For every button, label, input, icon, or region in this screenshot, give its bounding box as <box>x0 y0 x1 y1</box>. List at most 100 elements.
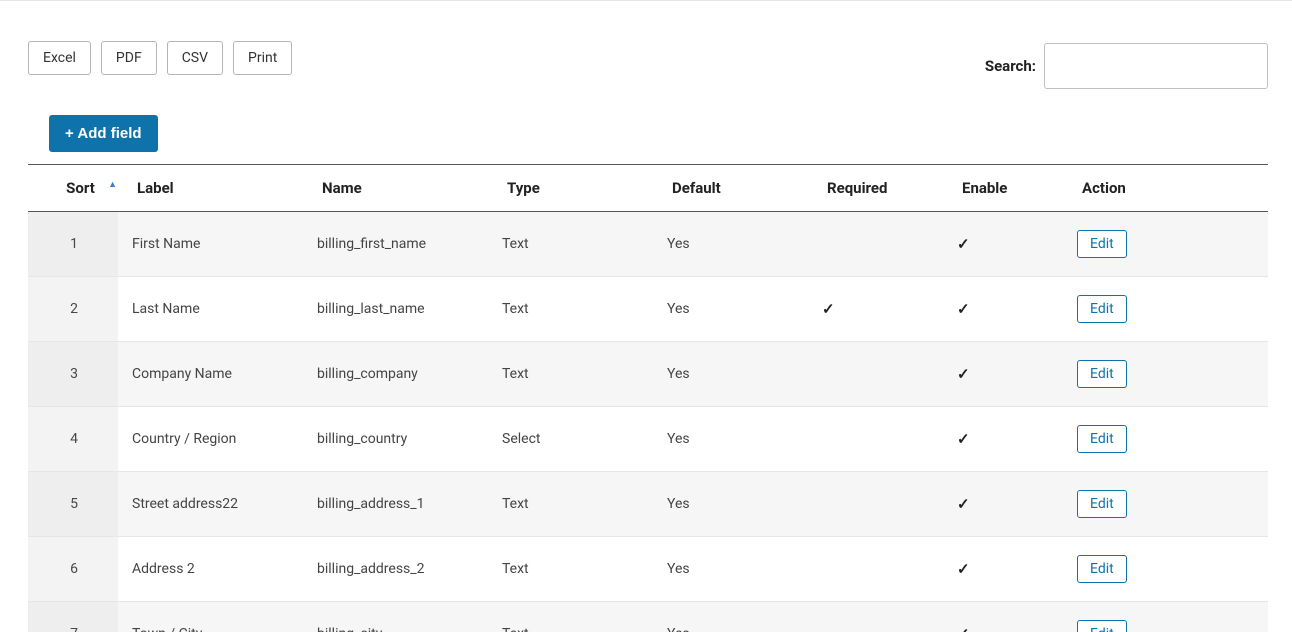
column-header-type[interactable]: Type <box>493 165 658 212</box>
cell-enable: ✓ <box>943 537 1063 602</box>
table-row: 7Town / Citybilling_cityTextYes ✓ Edit <box>28 602 1268 632</box>
cell-name: billing_country <box>303 407 488 472</box>
cell-label: Address 2 <box>118 537 303 602</box>
cell-sort: 5 <box>28 472 118 537</box>
checkmark-icon: ✓ <box>822 300 835 318</box>
excel-button[interactable]: Excel <box>28 41 91 75</box>
checkmark-icon: ✓ <box>957 495 970 513</box>
table-scroll-area[interactable]: 1First Namebilling_first_nameTextYes✓Edi… <box>28 212 1268 632</box>
column-header-required[interactable]: Required <box>813 165 948 212</box>
edit-button[interactable]: Edit <box>1077 555 1127 583</box>
edit-button[interactable]: Edit <box>1077 295 1127 323</box>
cell-sort: 3 <box>28 342 118 407</box>
cell-required <box>808 407 943 472</box>
cell-name: billing_address_1 <box>303 472 488 537</box>
cell-enable: ✓ <box>943 407 1063 472</box>
cell-default: Yes <box>653 277 808 342</box>
cell-enable: ✓ <box>943 342 1063 407</box>
cell-action: Edit <box>1063 342 1268 407</box>
cell-sort: 1 <box>28 212 118 277</box>
cell-required <box>808 537 943 602</box>
checkmark-icon: ✓ <box>957 430 970 448</box>
edit-button[interactable]: Edit <box>1077 230 1127 258</box>
cell-name: billing_address_2 <box>303 537 488 602</box>
column-header-sort[interactable]: Sort ▲ <box>28 165 123 212</box>
cell-label: First Name <box>118 212 303 277</box>
cell-label: Street address22 <box>118 472 303 537</box>
cell-sort: 4 <box>28 407 118 472</box>
table-row: 5Street address22billing_address_1TextYe… <box>28 472 1268 537</box>
search-label: Search: <box>985 57 1036 75</box>
edit-button[interactable]: Edit <box>1077 360 1127 388</box>
cell-default: Yes <box>653 472 808 537</box>
cell-type: Text <box>488 472 653 537</box>
cell-sort: 2 <box>28 277 118 342</box>
fields-table: Sort ▲ Label Name Type Default Required … <box>28 164 1268 212</box>
table-row: 4Country / Regionbilling_countrySelectYe… <box>28 407 1268 472</box>
cell-action: Edit <box>1063 277 1268 342</box>
search-input[interactable] <box>1044 43 1268 89</box>
table-row: 2Last Namebilling_last_nameTextYes ✓ ✓ Edit <box>28 277 1268 342</box>
cell-name: billing_last_name <box>303 277 488 342</box>
cell-required <box>808 212 943 277</box>
cell-action: Edit <box>1063 537 1268 602</box>
table-wrapper: Sort ▲ Label Name Type Default Required … <box>28 164 1268 632</box>
cell-label: Town / City <box>118 602 303 632</box>
table-body: 1First Namebilling_first_nameTextYes✓Edi… <box>28 212 1268 632</box>
cell-required <box>808 472 943 537</box>
cell-label: Country / Region <box>118 407 303 472</box>
column-header-enable[interactable]: Enable <box>948 165 1068 212</box>
cell-name: billing_city <box>303 602 488 632</box>
export-button-group: Excel PDF CSV Print <box>28 41 292 75</box>
cell-label: Company Name <box>118 342 303 407</box>
table-row: 3Company Namebilling_companyTextYes ✓ Edit <box>28 342 1268 407</box>
checkmark-icon: ✓ <box>957 235 970 253</box>
cell-required: ✓ <box>808 277 943 342</box>
cell-default: Yes <box>653 342 808 407</box>
pdf-button[interactable]: PDF <box>101 41 157 75</box>
cell-action: Edit <box>1063 472 1268 537</box>
cell-sort: 6 <box>28 537 118 602</box>
column-header-default[interactable]: Default <box>658 165 813 212</box>
cell-type: Select <box>488 407 653 472</box>
checkmark-icon: ✓ <box>957 300 970 318</box>
column-header-action[interactable]: Action <box>1068 165 1268 212</box>
cell-sort: 7 <box>28 602 118 632</box>
column-header-name[interactable]: Name <box>308 165 493 212</box>
cell-enable: ✓ <box>943 277 1063 342</box>
cell-action: Edit <box>1063 602 1268 632</box>
cell-default: Yes <box>653 212 808 277</box>
cell-action: Edit <box>1063 407 1268 472</box>
cell-label: Last Name <box>118 277 303 342</box>
cell-name: billing_company <box>303 342 488 407</box>
cell-type: Text <box>488 602 653 632</box>
csv-button[interactable]: CSV <box>167 41 223 75</box>
add-field-button[interactable]: + Add field <box>49 115 158 152</box>
cell-type: Text <box>488 342 653 407</box>
print-button[interactable]: Print <box>233 41 292 75</box>
cell-required <box>808 602 943 632</box>
edit-button[interactable]: Edit <box>1077 490 1127 518</box>
edit-button[interactable]: Edit <box>1077 425 1127 453</box>
cell-default: Yes <box>653 602 808 632</box>
cell-type: Text <box>488 277 653 342</box>
checkmark-icon: ✓ <box>957 365 970 383</box>
search-group: Search: <box>985 43 1268 89</box>
checkmark-icon: ✓ <box>957 560 970 578</box>
cell-enable: ✓ <box>943 472 1063 537</box>
checkmark-icon: ✓ <box>957 625 970 632</box>
cell-default: Yes <box>653 407 808 472</box>
cell-enable: ✓ <box>943 212 1063 277</box>
table-header-row: Sort ▲ Label Name Type Default Required … <box>28 165 1268 212</box>
top-bar: Excel PDF CSV Print Search: <box>28 41 1268 89</box>
cell-name: billing_first_name <box>303 212 488 277</box>
cell-action: Edit <box>1063 212 1268 277</box>
cell-type: Text <box>488 212 653 277</box>
cell-required <box>808 342 943 407</box>
edit-button[interactable]: Edit <box>1077 620 1127 632</box>
table-row: 1First Namebilling_first_nameTextYes ✓ Edi… <box>28 212 1268 277</box>
page-container: Excel PDF CSV Print Search: + Add field … <box>0 1 1292 632</box>
table-row: 6Address 2billing_address_2TextYes✓Edit <box>28 537 1268 602</box>
column-header-label[interactable]: Label <box>123 165 308 212</box>
cell-enable: ✓ <box>943 602 1063 632</box>
